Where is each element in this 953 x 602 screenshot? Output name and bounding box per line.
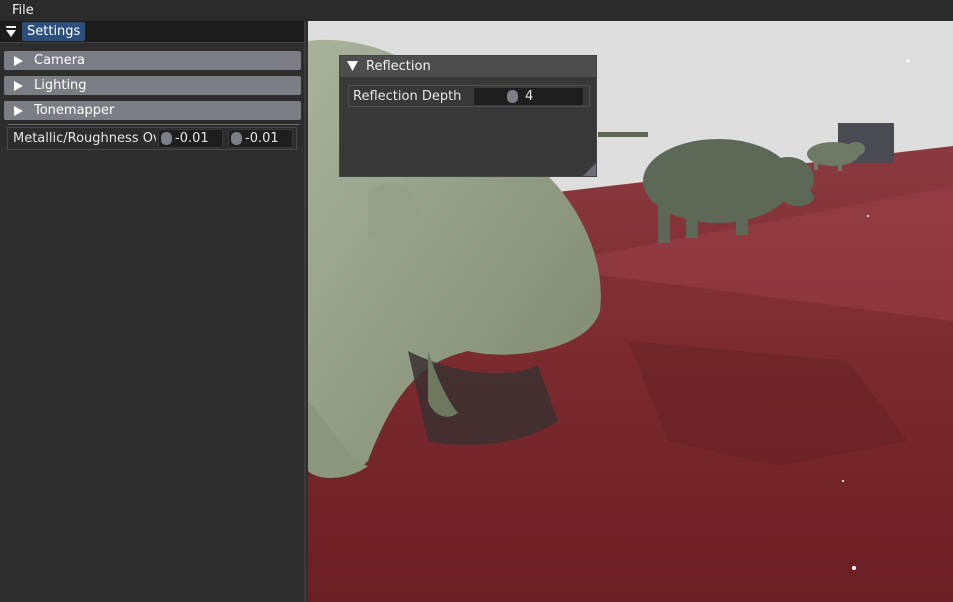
section-tonemapper[interactable]: Tonemapper xyxy=(4,101,301,120)
menu-bar: File xyxy=(0,0,953,22)
tab-settings[interactable]: Settings xyxy=(22,22,86,41)
reflection-depth-label: Reflection Depth xyxy=(353,89,462,104)
expand-arrow-icon xyxy=(14,106,23,116)
reflection-depth-slider[interactable]: 4 xyxy=(473,87,584,106)
metallic-value: -0.01 xyxy=(175,131,209,146)
metallic-roughness-row: Metallic/Roughness Ove -0.01 -0.01 xyxy=(7,127,297,150)
collapse-arrow-icon[interactable] xyxy=(347,61,358,71)
slider-grab-handle[interactable] xyxy=(231,132,242,145)
reflection-window: Reflection Reflection Depth 4 xyxy=(339,55,597,177)
expand-arrow-icon xyxy=(14,56,23,66)
settings-panel: Settings Camera Lighting Tonemapper Meta… xyxy=(0,21,306,602)
metallic-slider[interactable]: -0.01 xyxy=(158,129,223,148)
reflection-title: Reflection xyxy=(366,59,431,74)
metallic-roughness-label: Metallic/Roughness Ove xyxy=(13,131,156,146)
roughness-value: -0.01 xyxy=(245,131,279,146)
section-camera[interactable]: Camera xyxy=(4,51,301,70)
roughness-slider[interactable]: -0.01 xyxy=(228,129,293,148)
sparkle xyxy=(906,59,910,63)
slider-grab-handle[interactable] xyxy=(161,132,172,145)
reflection-titlebar[interactable]: Reflection xyxy=(340,56,596,77)
menu-file[interactable]: File xyxy=(12,3,34,18)
reflection-depth-value: 4 xyxy=(525,89,534,104)
sparkle xyxy=(842,480,844,482)
expand-arrow-icon xyxy=(14,81,23,91)
sparkle xyxy=(852,566,856,570)
sparkle xyxy=(867,215,869,217)
resize-grip[interactable] xyxy=(583,163,596,176)
separator xyxy=(8,124,300,125)
settings-titlebar: Settings xyxy=(0,21,304,43)
collapse-icon[interactable] xyxy=(6,26,16,37)
slider-grab-handle[interactable] xyxy=(507,90,518,103)
reflection-depth-row: Reflection Depth 4 xyxy=(348,85,590,107)
section-camera-label: Camera xyxy=(34,53,86,68)
section-tonemapper-label: Tonemapper xyxy=(34,103,115,118)
section-lighting-label: Lighting xyxy=(34,78,87,93)
section-lighting[interactable]: Lighting xyxy=(4,76,301,95)
